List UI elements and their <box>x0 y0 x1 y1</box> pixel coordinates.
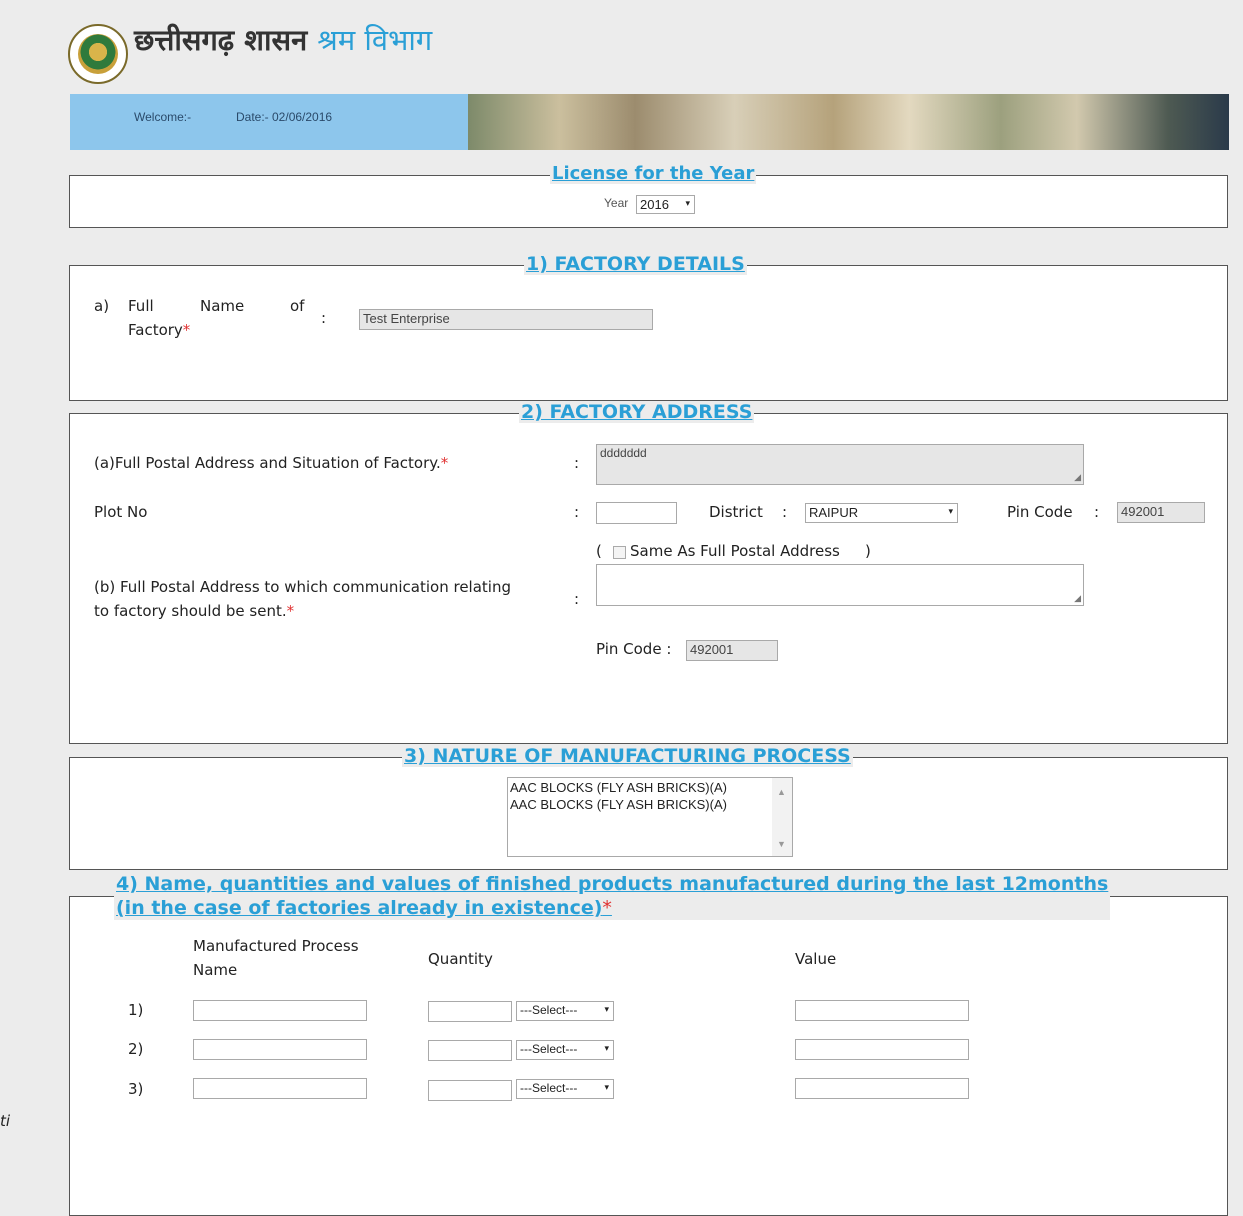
district-select-value: RAIPUR <box>809 505 859 520</box>
header-banner: Welcome:- Date:- 02/06/2016 <box>70 94 1229 150</box>
comm-address-textarea[interactable]: ◢ <box>596 564 1084 606</box>
factory-address-legend: 2) FACTORY ADDRESS <box>519 401 755 423</box>
unit-select[interactable]: ---Select--- ▾ <box>516 1001 614 1021</box>
factory-details-legend: 1) FACTORY DETAILS <box>524 253 747 275</box>
pin-code-colon: : <box>1094 503 1100 521</box>
comm-address-label-2: to factory should be sent.* <box>94 602 295 620</box>
list-item[interactable]: AAC BLOCKS (FLY ASH BRICKS)(A) <box>510 796 790 813</box>
title-dept: श्रम विभाग <box>317 23 433 57</box>
factory-name-label-full: Full <box>128 297 154 315</box>
date-text: Date:- 02/06/2016 <box>236 110 333 124</box>
manufacturing-listbox[interactable]: AAC BLOCKS (FLY ASH BRICKS)(A) AAC BLOCK… <box>507 777 793 857</box>
row-number: 2) <box>128 1040 144 1058</box>
resize-handle-icon[interactable]: ◢ <box>1074 593 1081 604</box>
plot-no-colon: : <box>574 503 580 521</box>
district-label: District <box>709 503 763 521</box>
unit-select[interactable]: ---Select--- ▾ <box>516 1079 614 1099</box>
products-fieldset: 4) Name, quantities and values of finish… <box>69 872 1228 1216</box>
scroll-down-icon[interactable]: ▼ <box>777 836 786 853</box>
manufacturing-fieldset: 3) NATURE OF MANUFACTURING PROCESS AAC B… <box>69 745 1228 870</box>
chevron-down-icon: ▾ <box>948 506 953 516</box>
factory-address-fieldset: 2) FACTORY ADDRESS (a)Full Postal Addres… <box>69 401 1228 744</box>
comm-pin-code-input[interactable]: 492001 <box>686 640 778 661</box>
process-name-input[interactable] <box>193 1039 367 1060</box>
manufacturing-legend: 3) NATURE OF MANUFACTURING PROCESS <box>402 745 853 767</box>
products-legend-line-1: 4) Name, quantities and values of finish… <box>116 873 1109 895</box>
page-title: छत्तीसगढ़ शासन श्रम विभाग <box>134 20 432 59</box>
license-legend: License for the Year <box>550 163 757 184</box>
pin-code-label: Pin Code <box>1007 503 1073 521</box>
chevron-down-icon: ▾ <box>685 198 690 208</box>
col-quantity: Quantity <box>428 950 493 968</box>
same-as-checkbox[interactable] <box>613 546 626 559</box>
factory-name-prefix: a) <box>94 297 110 315</box>
quantity-input[interactable] <box>428 1001 512 1022</box>
list-item[interactable]: AAC BLOCKS (FLY ASH BRICKS)(A) <box>510 779 790 796</box>
same-as-paren-close: ) <box>865 542 871 560</box>
plot-no-label: Plot No <box>94 503 148 521</box>
factory-name-input[interactable]: Test Enterprise <box>359 309 653 330</box>
products-legend-line-2: (in the case of factories already in exi… <box>116 897 612 919</box>
district-select[interactable]: RAIPUR ▾ <box>805 503 958 523</box>
same-as-label: Same As Full Postal Address <box>630 542 840 560</box>
unit-select[interactable]: ---Select--- ▾ <box>516 1040 614 1060</box>
year-label: Year <box>604 196 629 210</box>
process-name-input[interactable] <box>193 1078 367 1099</box>
row-number: 1) <box>128 1001 144 1019</box>
license-fieldset: License for the Year Year 2016 ▾ <box>69 163 1228 228</box>
value-input[interactable] <box>795 1000 969 1021</box>
factory-name-colon: : <box>321 309 327 327</box>
process-name-input[interactable] <box>193 1000 367 1021</box>
pin-code-input[interactable]: 492001 <box>1117 502 1205 523</box>
comm-address-label-1: (b) Full Postal Address to which communi… <box>94 578 511 596</box>
comm-address-colon: : <box>574 590 580 608</box>
col-value: Value <box>795 950 837 968</box>
col-process-name-2: Name <box>193 961 238 979</box>
products-legend: 4) Name, quantities and values of finish… <box>114 872 1111 920</box>
banner-photo <box>468 94 1229 150</box>
comm-pin-code-label: Pin Code : <box>596 640 672 658</box>
chevron-down-icon: ▾ <box>604 1043 609 1053</box>
scroll-up-icon[interactable]: ▲ <box>777 784 786 801</box>
postal-address-label: (a)Full Postal Address and Situation of … <box>94 454 449 472</box>
factory-name-label-of: of <box>290 297 305 315</box>
factory-name-label-name: Name <box>200 297 245 315</box>
same-as-paren-open: ( <box>596 542 602 560</box>
state-emblem-logo <box>68 24 128 84</box>
value-input[interactable] <box>795 1078 969 1099</box>
listbox-scrollbar[interactable]: ▲ ▼ <box>772 778 792 856</box>
plot-no-input[interactable] <box>596 502 677 524</box>
year-select[interactable]: 2016 ▾ <box>636 195 695 214</box>
value-input[interactable] <box>795 1039 969 1060</box>
quantity-input[interactable] <box>428 1040 512 1061</box>
district-colon: : <box>782 503 788 521</box>
title-main: छत्तीसगढ़ शासन <box>134 23 308 57</box>
quantity-input[interactable] <box>428 1080 512 1101</box>
year-select-value: 2016 <box>640 197 669 212</box>
chevron-down-icon: ▾ <box>604 1004 609 1014</box>
welcome-text: Welcome:- <box>134 110 192 124</box>
chevron-down-icon: ▾ <box>604 1082 609 1092</box>
col-process-name-1: Manufactured Process <box>193 937 359 955</box>
postal-address-colon: : <box>574 454 580 472</box>
factory-name-label-factory: Factory* <box>128 321 191 339</box>
postal-address-value: ddddddd <box>600 446 647 460</box>
resize-handle-icon[interactable]: ◢ <box>1074 472 1081 483</box>
factory-details-fieldset: 1) FACTORY DETAILS a) Full Name of Facto… <box>69 253 1228 401</box>
side-text-fragment: ti <box>0 1112 11 1130</box>
postal-address-textarea[interactable]: ddddddd ◢ <box>596 444 1084 485</box>
row-number: 3) <box>128 1080 144 1098</box>
